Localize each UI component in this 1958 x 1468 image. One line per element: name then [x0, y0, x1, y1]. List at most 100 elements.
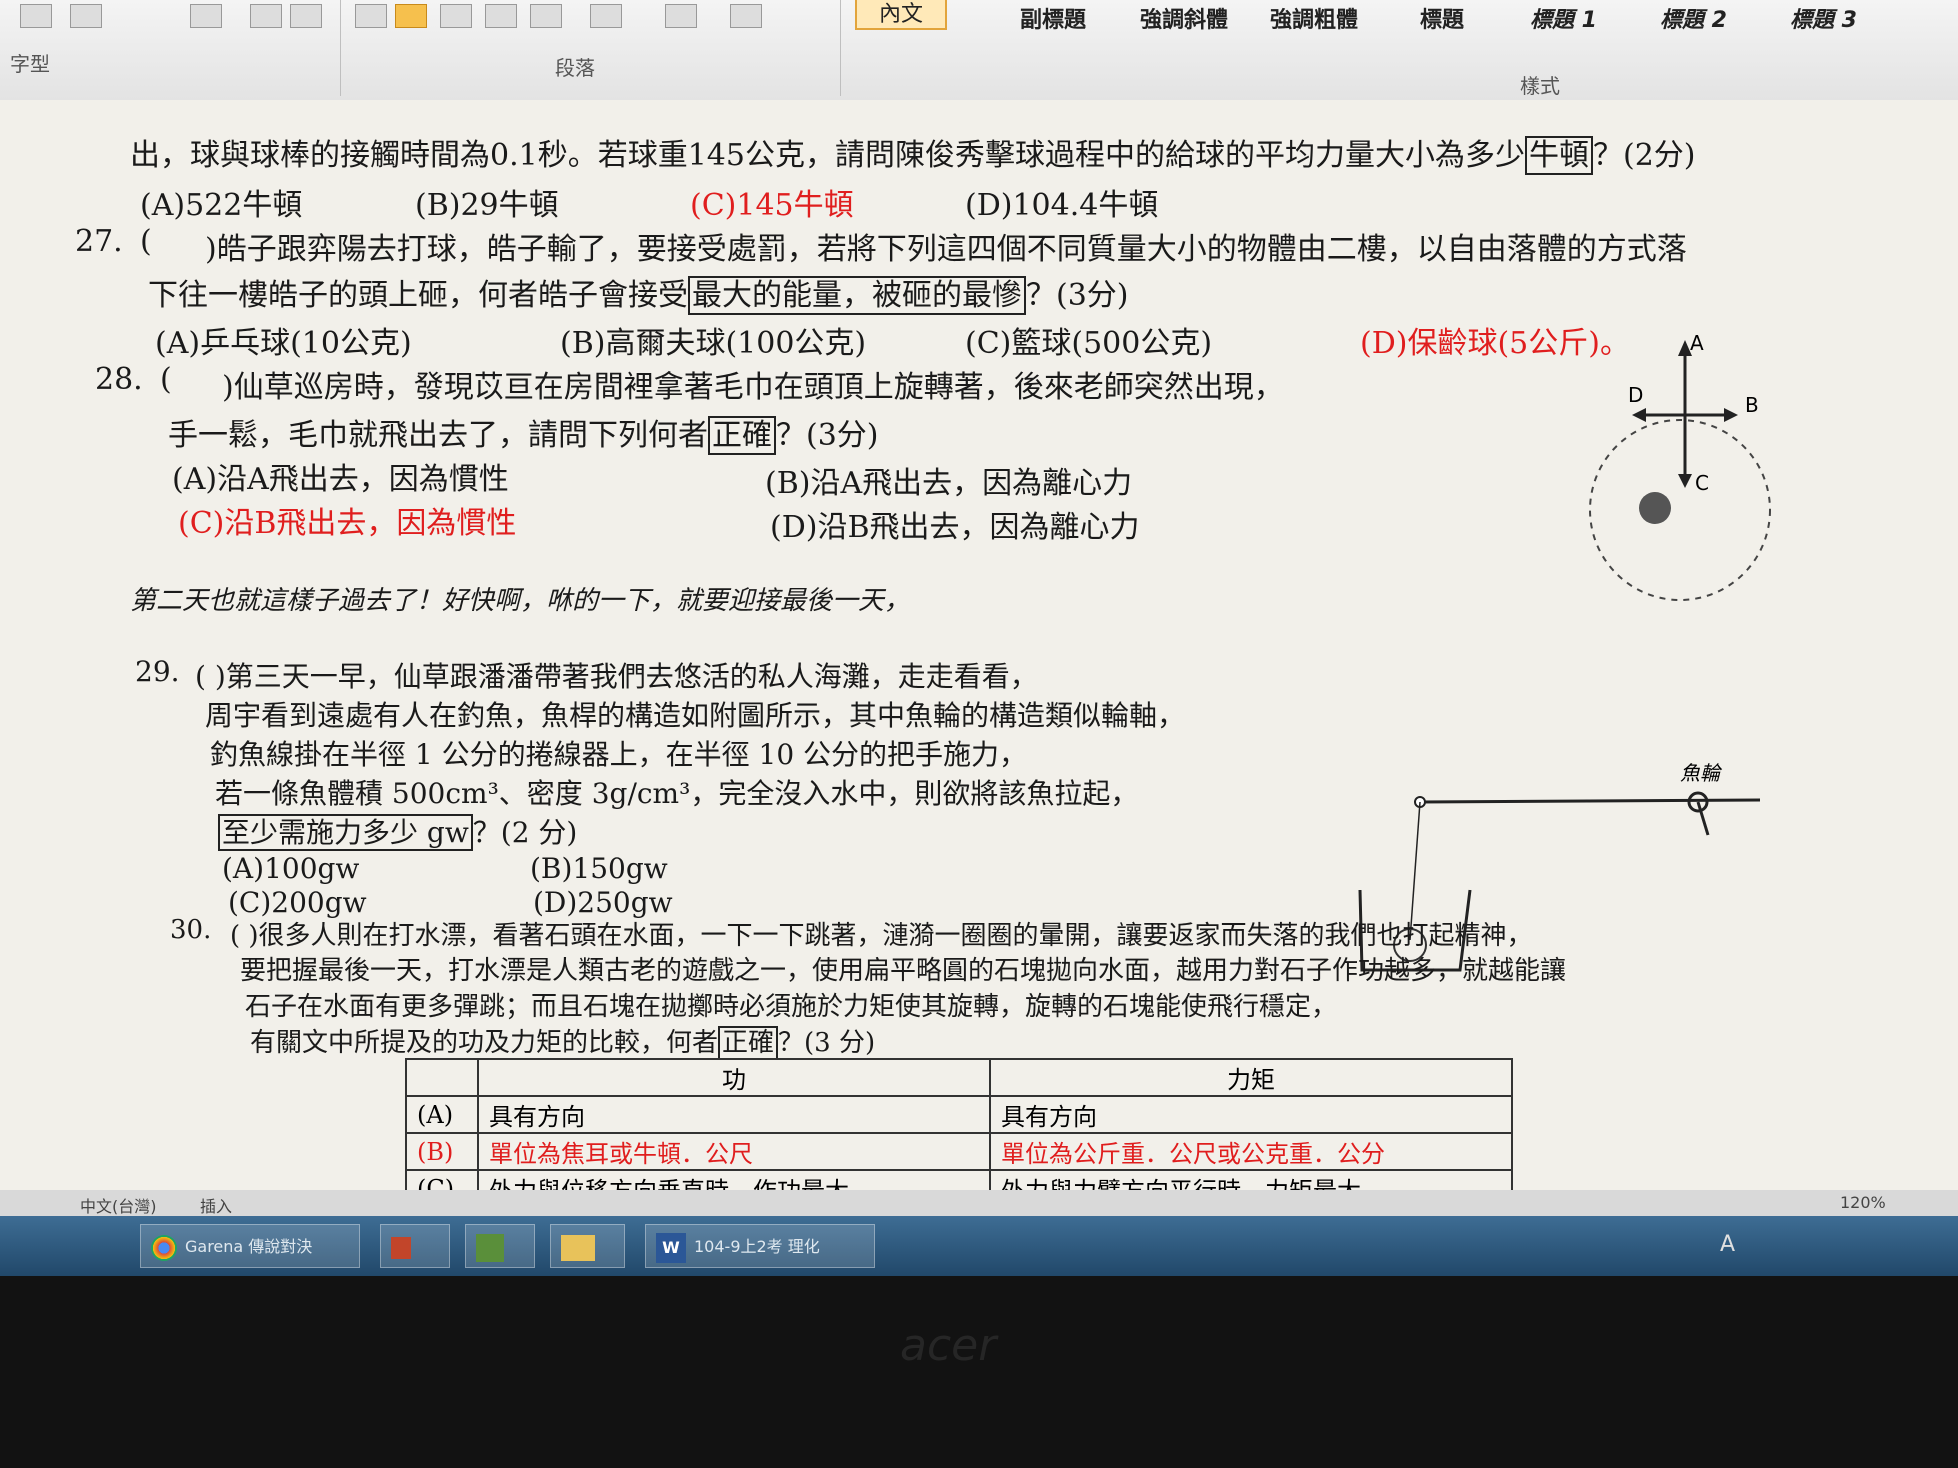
taskbar-item-volume[interactable] [380, 1224, 450, 1268]
q28-option-d: (D)沿B飛出去，因為離心力 [770, 510, 1140, 545]
q26-line: 出，球與球棒的接觸時間為0.1秒。若球重145公克，請問陳俊秀擊球過程中的給球的… [130, 130, 1696, 175]
shading-icon[interactable] [665, 4, 697, 28]
group-paragraph-label: 段落 [555, 56, 595, 80]
q27-option-b: (B)高爾夫球(100公克) [560, 326, 867, 361]
q28-line2: 手一鬆，毛巾就飛出去了，請問下列何者 正確 ？(3分) [168, 410, 879, 455]
style-normal[interactable]: 內文 [855, 0, 948, 30]
ribbon-divider [840, 0, 841, 96]
taskbar-item-garena[interactable]: Garena 傳說對決 [140, 1224, 360, 1268]
align-left-icon[interactable] [355, 4, 387, 28]
table-header-row: 功 力矩 [405, 1058, 1513, 1097]
style-heading1[interactable]: 標題 1 [1530, 2, 1597, 34]
q29-number: 29. [135, 655, 180, 688]
q28-option-a: (A)沿A飛出去，因為慣性 [172, 462, 509, 497]
borders-icon[interactable] [730, 4, 762, 28]
q28-option-b: (B)沿A飛出去，因為離心力 [765, 466, 1133, 501]
reel-label: 魚輪 [1680, 761, 1723, 785]
towel-figure [1639, 492, 1671, 524]
highlight-icon[interactable] [70, 4, 102, 28]
taskbar: Garena 傳說對決 W 104-9上2考 理化 A [0, 1216, 1958, 1276]
q30-line4-text: 有關文中所提及的功及力矩的比較，何者 [250, 1028, 719, 1058]
status-insert-mode[interactable]: 插入 [200, 1193, 232, 1217]
table-cell: 單位為焦耳或牛頓．公尺 [477, 1132, 991, 1171]
q26-option-d: (D)104.4牛頓 [965, 188, 1159, 223]
q26-option-a: (A)522牛頓 [140, 188, 303, 223]
enclose-char-icon[interactable] [290, 4, 322, 28]
speaker-icon [391, 1236, 411, 1259]
table-cell: (B) [405, 1132, 479, 1171]
q28-box: 正確 [708, 416, 776, 455]
q27-box: 最大的能量，被砸的最慘 [688, 276, 1026, 315]
q26-option-c: (C)145牛頓 [690, 188, 854, 223]
table-cell: 具有方向 [989, 1095, 1513, 1134]
ribbon: 字型 段落 內文 副標題 強調斜體 強調粗體 標題 標題 1 標題 2 標題 3… [0, 0, 1958, 102]
arrow-c-head [1678, 474, 1692, 488]
label-a: A [1690, 331, 1704, 355]
q30-number: 30. [170, 915, 212, 945]
style-subtitle[interactable]: 副標題 [1020, 2, 1086, 34]
q30-line2: 要把握最後一天，打水漂是人類古老的遊戲之一，使用扁平略圓的石塊拋向水面，越用力對… [240, 956, 1567, 986]
ime-indicator[interactable]: A [1720, 1232, 1735, 1257]
q26-end: ？(2分) [1592, 138, 1696, 173]
q27-option-a: (A)乒乓球(10公克) [155, 326, 412, 361]
q27-line2-text: 下往一樓皓子的頭上砸，何者皓子會接受 [148, 278, 688, 313]
justify-icon[interactable] [485, 4, 517, 28]
q26-option-b: (B)29牛頓 [415, 188, 559, 223]
taskbar-item-word[interactable]: W 104-9上2考 理化 [645, 1224, 875, 1268]
table-cell: 單位為公斤重．公尺或公克重．公分 [989, 1132, 1513, 1171]
style-emphasis[interactable]: 強調斜體 [1140, 2, 1228, 34]
q27-line2: 下往一樓皓子的頭上砸，何者皓子會接受 最大的能量，被砸的最慘 ？(3分) [148, 270, 1129, 315]
q29-line4: 若一條魚體積 500cm³、密度 3g/cm³，完全沒入水中，則欲將該魚拉起， [215, 777, 1139, 810]
taskbar-item-label: Garena 傳說對決 [185, 1237, 313, 1256]
status-bar: 中文(台灣) 插入 120% [0, 1190, 1958, 1216]
q27-end: ？(3分) [1026, 278, 1129, 313]
q27-line1: )皓子跟弈陽去打球，皓子輸了，要接受處罰，若將下列這四個不同質量大小的物體由二樓… [205, 232, 1687, 267]
q29-option-a: (A)100gw [222, 852, 360, 885]
q29-end: ？(2 分) [472, 816, 578, 849]
group-font-label: 字型 [10, 52, 50, 76]
q28-option-c: (C)沿B飛出去，因為慣性 [178, 506, 517, 541]
style-strong[interactable]: 強調粗體 [1270, 2, 1358, 34]
style-heading3[interactable]: 標題 3 [1790, 2, 1857, 34]
q30-end: ？(3 分) [778, 1028, 876, 1058]
interlude-text: 第二天也就這樣子過去了！好快啊，咻的一下，就要迎接最後一天， [130, 586, 911, 616]
table-row: (B) 單位為焦耳或牛頓．公尺 單位為公斤重．公尺或公克重．公分 [405, 1132, 1513, 1171]
q30-box: 正確 [718, 1026, 779, 1060]
monitor-logo: acer [900, 1320, 997, 1371]
q29-line1: ( )第三天一早，仙草跟潘潘帶著我們去悠活的私人海灘，走走看看， [195, 660, 1038, 693]
word-icon: W [656, 1232, 686, 1263]
folder-icon [561, 1234, 595, 1261]
q26-text: 出，球與球棒的接觸時間為0.1秒。若球重145公克，請問陳俊秀擊球過程中的給球的… [130, 138, 1525, 173]
rotation-diagram: A B C D [1589, 331, 1771, 601]
taskbar-item-minecraft[interactable] [465, 1224, 535, 1268]
table-header-cell: 力矩 [989, 1058, 1513, 1097]
monitor-bezel: acer [0, 1276, 1958, 1468]
q30-answer-table: 功 力矩 (A) 具有方向 具有方向 (B) 單位為焦耳或牛頓．公尺 單位為公斤… [405, 1058, 1513, 1208]
style-heading2[interactable]: 標題 2 [1660, 2, 1727, 34]
label-c: C [1695, 471, 1709, 495]
bold-icon[interactable] [20, 4, 52, 28]
q29-option-b: (B)150gw [530, 852, 668, 885]
q27-number: 27. [75, 224, 123, 259]
align-center-icon[interactable] [395, 4, 427, 28]
chrome-icon [151, 1234, 177, 1261]
q28-line2-text: 手一鬆，毛巾就飛出去了，請問下列何者 [168, 418, 708, 453]
table-header-cell: 功 [477, 1058, 991, 1097]
status-language[interactable]: 中文(台灣) [80, 1193, 157, 1217]
style-title[interactable]: 標題 [1420, 2, 1464, 34]
rotation-path [1589, 419, 1771, 601]
distribute-icon[interactable] [530, 4, 562, 28]
label-d: D [1628, 383, 1643, 407]
font-color-icon[interactable] [190, 4, 222, 28]
status-zoom[interactable]: 120% [1840, 1193, 1886, 1212]
q29-box: 至少需施力多少 gw [218, 814, 473, 851]
q29-line5: 至少需施力多少 gw ？(2 分) [218, 811, 577, 851]
document-page[interactable]: 出，球與球棒的接觸時間為0.1秒。若球重145公克，請問陳俊秀擊球過程中的給球的… [0, 100, 1958, 1208]
taskbar-item-explorer[interactable] [550, 1224, 625, 1268]
align-right-icon[interactable] [440, 4, 472, 28]
taskbar-item-label: 104-9上2考 理化 [694, 1237, 820, 1256]
q29-line3: 釣魚線掛在半徑 1 公分的捲線器上，在半徑 10 公分的把手施力， [210, 738, 1028, 771]
line-spacing-icon[interactable] [590, 4, 622, 28]
char-border-icon[interactable] [250, 4, 282, 28]
ribbon-divider [340, 0, 341, 96]
